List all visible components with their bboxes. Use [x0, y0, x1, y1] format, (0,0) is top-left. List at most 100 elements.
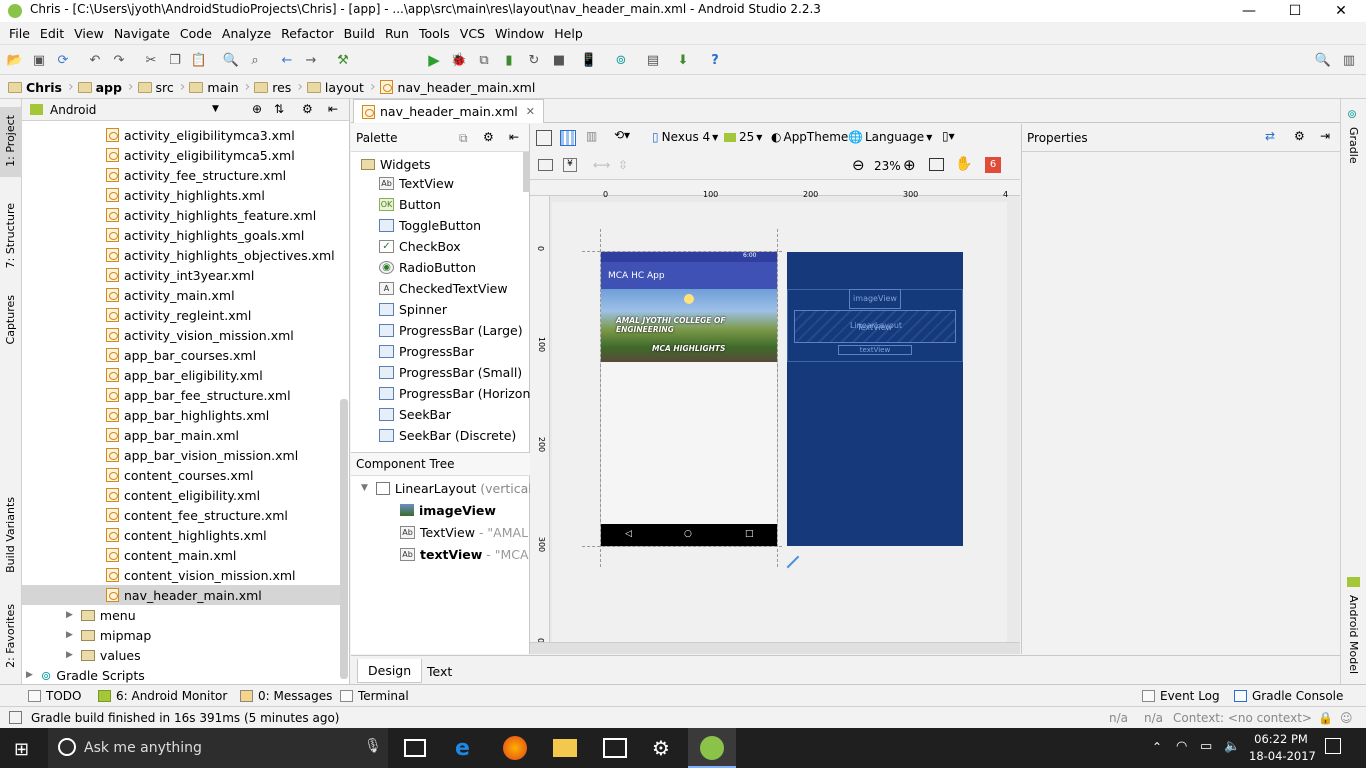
favorites-tool-tab[interactable]: 2: Favorites [4, 604, 17, 668]
messages-tool-tab[interactable]: 0: Messages [240, 689, 332, 703]
tree-root-linearlayout[interactable]: ▼ LinearLayout (vertical) [361, 477, 537, 499]
maximize-button[interactable]: ☐ [1272, 0, 1318, 22]
tree-item-file[interactable]: content_fee_structure.xml [106, 505, 288, 525]
breadcrumb-res[interactable]: res › [254, 79, 303, 95]
coverage-icon[interactable]: ⧉ [475, 51, 493, 69]
gear-icon[interactable]: ⚙ [1294, 129, 1305, 143]
tab-design[interactable]: Design [357, 659, 423, 683]
clock-time[interactable]: 06:22 PM [1252, 732, 1310, 746]
run-icon[interactable]: ▶ [425, 51, 443, 69]
expand-arrow-icon[interactable]: ▶ [66, 650, 73, 660]
both-mode-icon[interactable]: ▥ [586, 129, 597, 143]
menu-window[interactable]: Window [490, 22, 549, 45]
breadcrumb-main[interactable]: main › [189, 79, 250, 95]
terminal-tool-tab[interactable]: Terminal [340, 689, 409, 703]
design-preview[interactable]: 6:00 MCA HC App AMAL JYOTHI COLLEGE OF E… [601, 252, 777, 546]
theme-selector[interactable]: ◐ AppTheme [771, 130, 848, 144]
toolbar-overflow-icon[interactable]: ▥ [1340, 51, 1358, 69]
menu-navigate[interactable]: Navigate [109, 22, 175, 45]
scroll-from-source-icon[interactable]: ⊕ [252, 102, 262, 116]
blueprint-mode-icon[interactable] [560, 130, 576, 146]
captures-tool-tab[interactable]: Captures [4, 295, 17, 344]
gear-icon[interactable]: ⚙ [302, 102, 313, 116]
tree-item-file[interactable]: activity_eligibilitymca5.xml [106, 145, 295, 165]
debug-icon[interactable]: 🐞 [450, 51, 468, 69]
gear-icon[interactable]: ⚙ [483, 130, 494, 144]
find-icon[interactable]: 🔍 [222, 51, 240, 69]
build-variants-tool-tab[interactable]: Build Variants [4, 497, 17, 573]
tree-node-textview-1[interactable]: Ab TextView - "AMAL JY [400, 521, 543, 543]
tree-item-file[interactable]: app_bar_vision_mission.xml [106, 445, 298, 465]
menu-view[interactable]: View [69, 22, 109, 45]
tree-item-file[interactable]: activity_eligibilitymca3.xml [106, 125, 295, 145]
project-tool-tab[interactable]: 1: Project [4, 115, 17, 167]
palette-item[interactable]: A CheckedTextView [379, 278, 508, 299]
expand-arrow-icon[interactable]: ▶ [66, 610, 73, 620]
sync-icon[interactable]: ⟳ [54, 51, 72, 69]
hide-panel-icon[interactable]: ⇤ [328, 102, 338, 116]
zoom-fit-icon[interactable] [929, 158, 944, 171]
sdk-manager-icon[interactable]: ⬇ [674, 51, 692, 69]
palette-item[interactable]: ✓ CheckBox [379, 236, 461, 257]
back-icon[interactable]: ← [278, 51, 296, 69]
tree-node-textview-2[interactable]: Ab textView - "MCA HI [400, 543, 546, 565]
warnings-badge[interactable]: 6 [985, 157, 1001, 173]
blueprint-imageview[interactable]: imageView [849, 289, 901, 309]
copy-icon[interactable]: ❐ [166, 51, 184, 69]
tree-item-file[interactable]: activity_main.xml [106, 285, 235, 305]
tree-node-imageview[interactable]: imageView [400, 499, 496, 521]
tree-item-file[interactable]: nav_header_main.xml [106, 585, 262, 605]
toggle-tool-windows-icon[interactable] [9, 711, 22, 724]
project-structure-icon[interactable]: ▤ [644, 51, 662, 69]
design-mode-icon[interactable] [536, 130, 552, 146]
chevron-down-icon[interactable]: ▼ [212, 104, 219, 114]
palette-item[interactable]: Spinner [379, 299, 447, 320]
tree-item-file[interactable]: content_eligibility.xml [106, 485, 260, 505]
tree-item-file[interactable]: activity_highlights_objectives.xml [106, 245, 335, 265]
event-log-tool-tab[interactable]: Event Log [1142, 689, 1220, 703]
blueprint-textview-1[interactable]: LinearLayout TextView [794, 310, 956, 343]
tree-item-folder[interactable]: ▶ menu [66, 605, 136, 625]
tree-item-folder[interactable]: ▶ values [66, 645, 141, 665]
breadcrumb-app[interactable]: app › [77, 79, 134, 95]
close-button[interactable]: ✕ [1318, 0, 1364, 22]
palette-item[interactable]: SeekBar [379, 404, 451, 425]
firefox-icon[interactable] [503, 736, 527, 760]
tree-item-file[interactable]: content_vision_mission.xml [106, 565, 296, 585]
menu-help[interactable]: Help [549, 22, 588, 45]
menu-tools[interactable]: Tools [414, 22, 455, 45]
project-view-selector[interactable]: Android [50, 103, 96, 117]
palette-item[interactable]: ToggleButton [379, 215, 481, 236]
task-view-icon[interactable] [404, 739, 426, 757]
search-everywhere-icon[interactable]: 🔍 [1314, 51, 1332, 69]
api-selector[interactable]: 25 ▼ [724, 130, 762, 144]
blueprint-textview-2[interactable]: textView [838, 345, 912, 355]
tree-item-file[interactable]: content_highlights.xml [106, 525, 267, 545]
gradle-tool-tab[interactable]: Gradle [1347, 127, 1360, 164]
toggle-view-icon[interactable]: ⇄ [1265, 129, 1275, 143]
close-tab-icon[interactable]: ✕ [526, 105, 535, 118]
menu-analyze[interactable]: Analyze [217, 22, 276, 45]
show-hidden-icons[interactable]: ⌃ [1152, 740, 1162, 754]
pan-hand-icon[interactable]: ✋ [955, 156, 972, 172]
tree-item-file[interactable]: app_bar_main.xml [106, 425, 239, 445]
file-explorer-icon[interactable] [553, 739, 577, 757]
tree-item-file[interactable]: app_bar_fee_structure.xml [106, 385, 291, 405]
expand-arrow-icon[interactable]: ▶ [26, 670, 33, 680]
tree-item-gradle-scripts[interactable]: ▶ ⊚ Gradle Scripts [26, 665, 145, 685]
minimize-button[interactable]: — [1226, 0, 1272, 22]
avd-manager-icon[interactable]: 📱 [580, 51, 598, 69]
zoom-in-icon[interactable]: ⊕ [903, 156, 916, 174]
breadcrumb-src[interactable]: src › [137, 79, 185, 95]
tree-item-folder[interactable]: ▶ mipmap [66, 625, 151, 645]
edge-icon[interactable]: e [455, 736, 479, 761]
device-selector[interactable]: ▯ Nexus 4 ▼ [652, 130, 718, 144]
menu-file[interactable]: File [4, 22, 35, 45]
tree-item-file[interactable]: content_courses.xml [106, 465, 253, 485]
tab-text[interactable]: Text [417, 659, 462, 683]
clock-date[interactable]: 18-04-2017 [1249, 749, 1316, 763]
palette-item[interactable]: ProgressBar (Horizontal) [379, 383, 551, 404]
language-selector[interactable]: 🌐 Language ▼ [848, 130, 932, 144]
menu-build[interactable]: Build [339, 22, 380, 45]
palette-group-widgets[interactable]: Widgets [361, 154, 431, 174]
